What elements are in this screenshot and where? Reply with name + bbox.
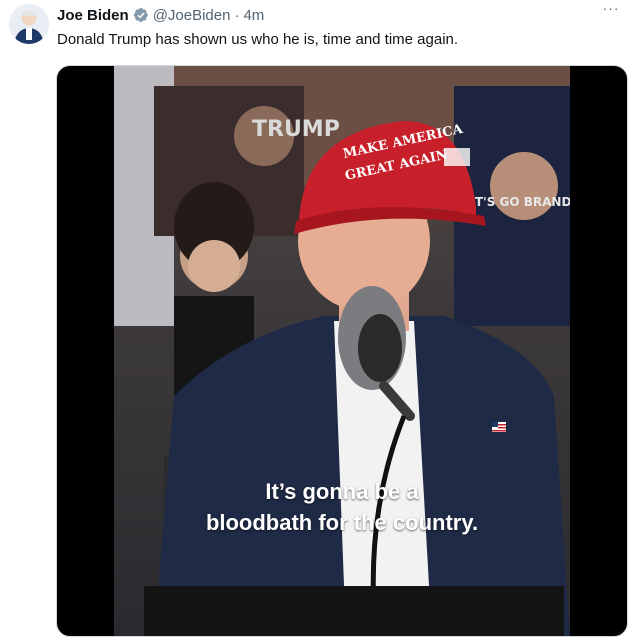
video-player[interactable]: TRUMP LET'S GO BRANDON MAKE AMERICA GREA… bbox=[56, 65, 628, 637]
tweet[interactable]: Joe Biden @JoeBiden · 4m ··· Donald Trum… bbox=[0, 0, 630, 644]
avatar[interactable] bbox=[9, 4, 49, 44]
caption-line-1: It’s gonna be a bbox=[265, 479, 419, 504]
verified-badge-icon bbox=[133, 8, 148, 22]
video-scene-illustration: TRUMP LET'S GO BRANDON MAKE AMERICA GREA… bbox=[114, 66, 592, 636]
video-frame: TRUMP LET'S GO BRANDON MAKE AMERICA GREA… bbox=[114, 66, 592, 636]
avatar-hair bbox=[22, 10, 36, 16]
separator-dot: · bbox=[234, 6, 240, 24]
author-handle[interactable]: @JoeBiden bbox=[153, 7, 231, 24]
tweet-header: Joe Biden @JoeBiden · 4m bbox=[57, 5, 264, 25]
caption-line-2: bloodbath for the country. bbox=[205, 510, 479, 535]
author-name[interactable]: Joe Biden bbox=[57, 7, 129, 24]
avatar-shirt bbox=[26, 28, 32, 40]
crowd-shirt-text-left: TRUMP bbox=[252, 117, 340, 142]
tweet-timestamp[interactable]: 4m bbox=[243, 7, 264, 24]
more-horizontal-icon[interactable]: ··· bbox=[600, 1, 622, 20]
tweet-text: Donald Trump has shown us who he is, tim… bbox=[57, 31, 459, 48]
video-caption: It’s gonna be a bloodbath for the countr… bbox=[57, 476, 627, 538]
